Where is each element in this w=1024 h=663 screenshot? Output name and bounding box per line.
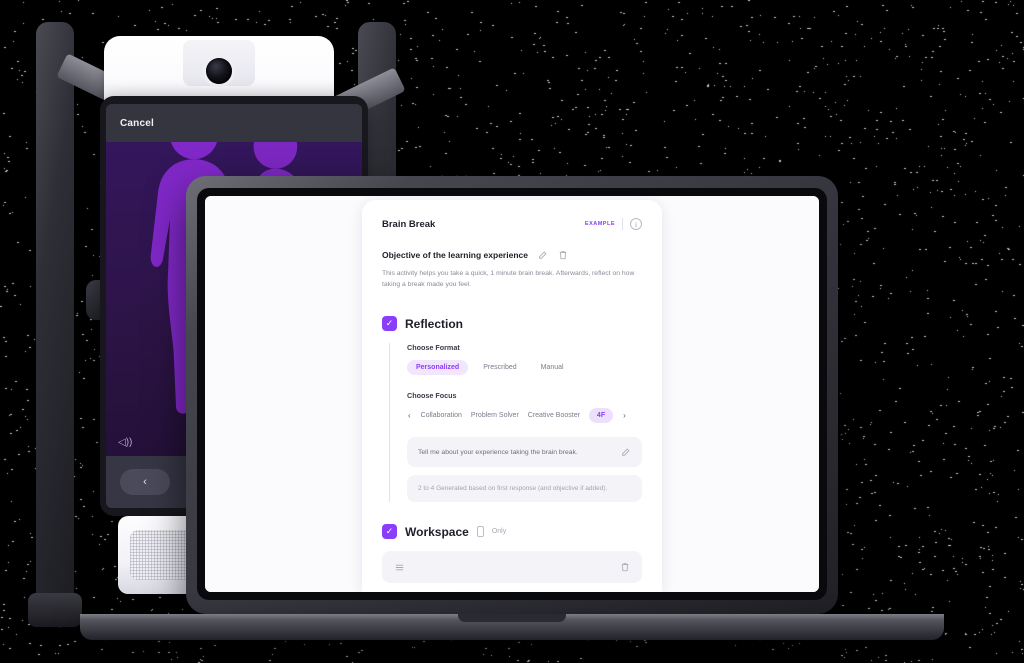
laptop-bezel: Brain Break EXAMPLE i Objective of the l…	[197, 188, 827, 600]
device-icon	[476, 526, 484, 538]
workspace-checkbox[interactable]: ✓	[382, 524, 397, 540]
laptop-device: Brain Break EXAMPLE i Objective of the l…	[80, 176, 1024, 640]
chevron-left-icon[interactable]: ‹	[407, 411, 412, 420]
status-badge: EXAMPLE	[584, 221, 615, 227]
objective-row: Objective of the learning experience	[382, 250, 642, 260]
chevron-right-icon[interactable]: ›	[622, 411, 627, 420]
workspace-trash-icon[interactable]	[620, 562, 630, 572]
hamburger-icon[interactable]	[394, 562, 405, 573]
workspace-item-row[interactable]	[382, 551, 642, 584]
kiosk-post-left	[36, 22, 74, 617]
workspace-only-label: Only	[491, 528, 507, 536]
focus-option-collaboration[interactable]: Collaboration	[421, 412, 462, 419]
objective-title: Objective of the learning experience	[382, 250, 528, 260]
card-header-actions: EXAMPLE i	[585, 218, 642, 230]
format-option-manual[interactable]: Manual	[532, 360, 573, 375]
pencil-icon[interactable]	[538, 250, 548, 260]
workspace-section-header: ✓ Workspace Only	[382, 524, 642, 540]
workspace-title: Workspace	[405, 524, 469, 539]
laptop-base	[80, 614, 944, 640]
reflection-checkbox[interactable]: ✓	[382, 316, 397, 332]
page-title: Brain Break	[382, 218, 436, 230]
reflection-title: Reflection	[405, 316, 464, 331]
reflection-section-header: ✓ Reflection	[382, 316, 642, 332]
choose-focus-label: Choose Focus	[407, 391, 457, 401]
focus-option-creative-booster[interactable]: Creative Booster	[528, 412, 580, 419]
kiosk-topbar: Cancel	[106, 104, 362, 142]
kiosk-foot-left	[28, 593, 82, 627]
card-header: Brain Break EXAMPLE i	[382, 218, 642, 230]
format-option-prescribed[interactable]: Prescribed	[474, 360, 525, 375]
laptop-lid: Brain Break EXAMPLE i Objective of the l…	[186, 176, 838, 614]
laptop-screen: Brain Break EXAMPLE i Objective of the l…	[205, 196, 819, 592]
app-viewport: Brain Break EXAMPLE i Objective of the l…	[205, 196, 819, 592]
format-option-personalized[interactable]: Personalized	[407, 360, 469, 376]
prompt-hint: 2 to 4 Generated based on first response…	[407, 475, 642, 503]
prompt-field[interactable]: Tell me about your experience taking the…	[407, 437, 642, 468]
focus-option-problem-solver[interactable]: Problem Solver	[471, 412, 519, 419]
reflection-section-body: Choose Format Personalized Prescribed Ma…	[389, 343, 642, 503]
trash-icon[interactable]	[558, 250, 568, 260]
cancel-button[interactable]: Cancel	[120, 118, 154, 129]
format-options: Personalized Prescribed Manual	[407, 360, 642, 376]
prompt-text: Tell me about your experience taking the…	[418, 448, 578, 456]
objective-description: This activity helps you take a quick, 1 …	[382, 270, 635, 289]
speaker-icon: ◁))	[118, 437, 133, 448]
info-icon[interactable]: i	[630, 218, 642, 230]
focus-option-4f[interactable]: 4F	[588, 408, 614, 424]
activity-card: Brain Break EXAMPLE i Objective of the l…	[362, 200, 662, 592]
camera-lens-icon	[206, 58, 232, 84]
header-divider	[622, 218, 623, 230]
prompt-pencil-icon[interactable]	[621, 447, 631, 457]
laptop-base-notch	[458, 614, 566, 622]
choose-format-label: Choose Format	[407, 343, 460, 353]
focus-carousel: ‹ Collaboration Problem Solver Creative …	[407, 408, 642, 424]
